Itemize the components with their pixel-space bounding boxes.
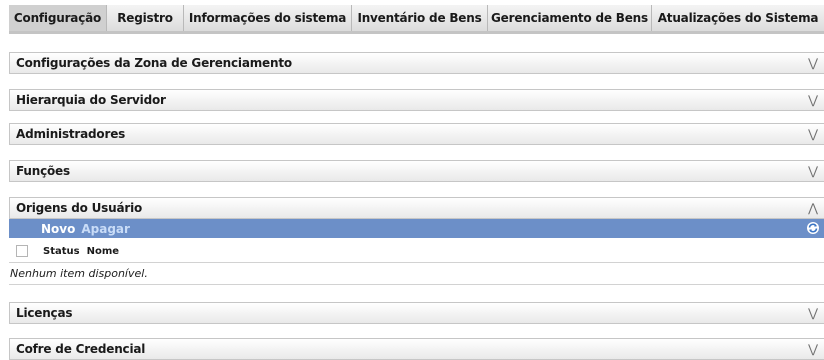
tab-configuracao[interactable]: Configuração — [9, 5, 107, 31]
panel-origens-usuario[interactable]: Origens do Usuário ⋀ — [9, 197, 824, 219]
chevron-double-down-icon[interactable]: ⋁ — [806, 126, 820, 142]
user-sources-toolbar: Novo Apagar — [9, 219, 824, 238]
panel-configuracoes-zona[interactable]: Configurações da Zona de Gerenciamento ⋁ — [9, 52, 824, 74]
tab-registro[interactable]: Registro — [107, 5, 184, 31]
delete-button[interactable]: Apagar — [81, 222, 130, 236]
panel-title: Configurações da Zona de Gerenciamento — [16, 56, 292, 70]
chevron-double-up-icon[interactable]: ⋀ — [806, 200, 820, 216]
panel-cofre-credencial[interactable]: Cofre de Credencial ⋁ — [9, 338, 824, 360]
tab-gerenciamento-de-bens[interactable]: Gerenciamento de Bens — [488, 5, 652, 31]
column-status[interactable]: Status — [43, 246, 80, 257]
chevron-double-down-icon[interactable]: ⋁ — [806, 341, 820, 357]
tab-inventario-de-bens[interactable]: Inventário de Bens — [352, 5, 488, 31]
chevron-double-down-icon[interactable]: ⋁ — [806, 163, 820, 179]
chevron-double-down-icon[interactable]: ⋁ — [806, 305, 820, 321]
panel-title: Licenças — [16, 306, 73, 320]
tab-informacoes-do-sistema[interactable]: Informações do sistema — [184, 5, 352, 31]
tab-bar: Configuração Registro Informações do sis… — [0, 0, 824, 34]
tab-underline — [9, 31, 824, 34]
panel-title: Origens do Usuário — [16, 201, 143, 215]
tab-row: Configuração Registro Informações do sis… — [9, 5, 824, 31]
panel-title: Cofre de Credencial — [16, 342, 146, 356]
chevron-double-down-icon[interactable]: ⋁ — [806, 92, 820, 108]
select-all-checkbox[interactable] — [16, 245, 28, 257]
tab-atualizacoes-do-sistema[interactable]: Atualizações do Sistema — [652, 5, 824, 31]
panel-title: Funções — [16, 164, 70, 178]
panel-funcoes[interactable]: Funções ⋁ — [9, 160, 824, 182]
new-button[interactable]: Novo — [41, 222, 75, 236]
refresh-icon[interactable] — [806, 221, 820, 235]
empty-row: Nenhum item disponível. — [9, 263, 824, 285]
panel-licencas[interactable]: Licenças ⋁ — [9, 302, 824, 324]
chevron-double-down-icon[interactable]: ⋁ — [806, 55, 820, 71]
column-name[interactable]: Nome — [87, 246, 119, 257]
empty-message: Nenhum item disponível. — [10, 267, 148, 280]
panel-title: Hierarquia do Servidor — [16, 93, 166, 107]
panel-administradores[interactable]: Administradores ⋁ — [9, 123, 824, 145]
panel-hierarquia-servidor[interactable]: Hierarquia do Servidor ⋁ — [9, 89, 824, 111]
table-header: Status Nome — [9, 240, 824, 263]
panel-title: Administradores — [16, 127, 126, 141]
